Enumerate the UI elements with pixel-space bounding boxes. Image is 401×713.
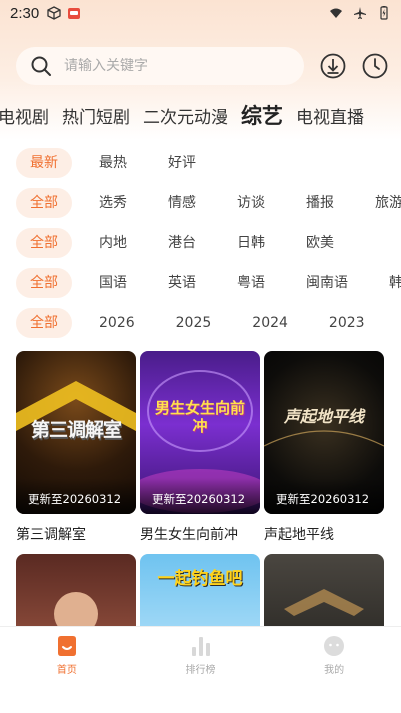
battery-icon (380, 6, 388, 20)
history-button[interactable] (362, 53, 388, 79)
filter-row-year: 全部 2026 2025 2024 2023 2022 2021 (0, 303, 401, 343)
tab-anime[interactable]: 二次元动漫 (143, 103, 228, 128)
content-card[interactable]: 声起地平线 更新至20260312 声起地平线 (264, 351, 384, 544)
filter-chip[interactable]: 播报 (292, 188, 348, 218)
search-row (16, 47, 388, 85)
filter-chip[interactable]: 英语 (154, 268, 210, 298)
poster-image: 男生女生向前冲 更新至20260312 (140, 351, 260, 514)
update-status: 更新至20260312 (152, 492, 246, 506)
filter-chip[interactable]: 国语 (85, 268, 141, 298)
filter-row-language: 全部 国语 英语 粤语 闽南语 韩语 日语 (0, 263, 401, 303)
filter-chip[interactable]: 粤语 (223, 268, 279, 298)
search-icon (31, 56, 51, 76)
ranking-icon (191, 637, 210, 656)
card-title: 声起地平线 (264, 527, 334, 543)
filter-chip[interactable]: 最热 (85, 148, 141, 178)
filter-chip[interactable]: 2024 (238, 308, 302, 338)
filter-chip[interactable]: 选秀 (85, 188, 141, 218)
status-time: 2:30 (10, 4, 40, 22)
search-input[interactable] (64, 58, 264, 74)
poster-art-text: 声起地平线 (283, 407, 364, 426)
bottom-navigation: 首页 排行榜 我的 (0, 626, 401, 713)
filter-row-region: 全部 内地 港台 日韩 欧美 (0, 223, 401, 263)
update-status: 更新至20260312 (28, 492, 122, 506)
filter-chip[interactable]: 韩语 (375, 268, 401, 298)
nav-ranking-label: 排行榜 (185, 665, 216, 676)
filter-chip[interactable]: 2022 (392, 308, 401, 338)
update-status: 更新至20260312 (276, 492, 370, 506)
filter-chip[interactable]: 港台 (154, 228, 210, 258)
nav-ranking[interactable]: 排行榜 (134, 627, 268, 713)
filter-chip[interactable]: 全部 (16, 308, 72, 338)
filter-chip[interactable]: 全部 (16, 188, 72, 218)
filter-chip[interactable]: 访谈 (223, 188, 279, 218)
filter-panel: 最新 最热 好评 全部 选秀 情感 访谈 播报 旅游 音乐 全部 内地 港台 日… (0, 143, 401, 343)
filter-chip[interactable]: 最新 (16, 148, 72, 178)
home-icon (57, 636, 76, 656)
filter-chip[interactable]: 2023 (315, 308, 379, 338)
filter-chip[interactable]: 好评 (154, 148, 210, 178)
card-title: 第三调解室 (16, 527, 86, 543)
nav-home-label: 首页 (56, 665, 77, 676)
poster-image: 第三调解室 更新至20260312 (16, 351, 136, 514)
filter-row-sort: 最新 最热 好评 (0, 143, 401, 183)
filter-chip[interactable]: 2025 (162, 308, 226, 338)
download-button[interactable] (320, 53, 346, 79)
nav-home[interactable]: 首页 (0, 627, 134, 713)
app-notification-icon (68, 8, 81, 19)
poster-image: 声起地平线 更新至20260312 (264, 351, 384, 514)
filter-row-type: 全部 选秀 情感 访谈 播报 旅游 音乐 (0, 183, 401, 223)
filter-chip[interactable]: 旅游 (361, 188, 401, 218)
airplane-icon (354, 7, 366, 19)
filter-chip[interactable]: 全部 (16, 268, 72, 298)
filter-chip[interactable]: 日韩 (223, 228, 279, 258)
box-icon (47, 6, 61, 20)
wifi-icon (330, 8, 342, 18)
search-box[interactable] (16, 47, 304, 85)
tab-short-drama[interactable]: 热门短剧 (62, 103, 130, 128)
clock-icon (362, 53, 388, 79)
filter-chip[interactable]: 2026 (85, 308, 149, 338)
tab-variety[interactable]: 综艺 (241, 100, 283, 130)
download-icon (320, 53, 346, 79)
nav-profile[interactable]: 我的 (267, 627, 401, 713)
tab-tv-series[interactable]: 电视剧 (0, 103, 49, 128)
status-bar: 2:30 (0, 0, 401, 26)
poster-art-text: 第三调解室 (30, 419, 122, 441)
poster-art-text: 男生女生向前冲 (154, 399, 245, 435)
category-tabs: 电视剧 热门短剧 二次元动漫 综艺 电视直播 (0, 98, 401, 132)
nav-profile-label: 我的 (324, 665, 345, 676)
filter-chip[interactable]: 欧美 (292, 228, 348, 258)
tab-live-tv[interactable]: 电视直播 (296, 103, 364, 128)
profile-icon (324, 636, 345, 656)
content-card[interactable]: 第三调解室 更新至20260312 第三调解室 (16, 351, 136, 544)
filter-chip[interactable]: 内地 (85, 228, 141, 258)
content-card[interactable]: 男生女生向前冲 更新至20260312 男生女生向前冲 (140, 351, 260, 544)
card-title: 男生女生向前冲 (140, 527, 238, 543)
filter-chip[interactable]: 闽南语 (292, 268, 362, 298)
filter-chip[interactable]: 全部 (16, 228, 72, 258)
poster-art-text: 一起钓鱼吧 (157, 569, 243, 589)
filter-chip[interactable]: 情感 (154, 188, 210, 218)
